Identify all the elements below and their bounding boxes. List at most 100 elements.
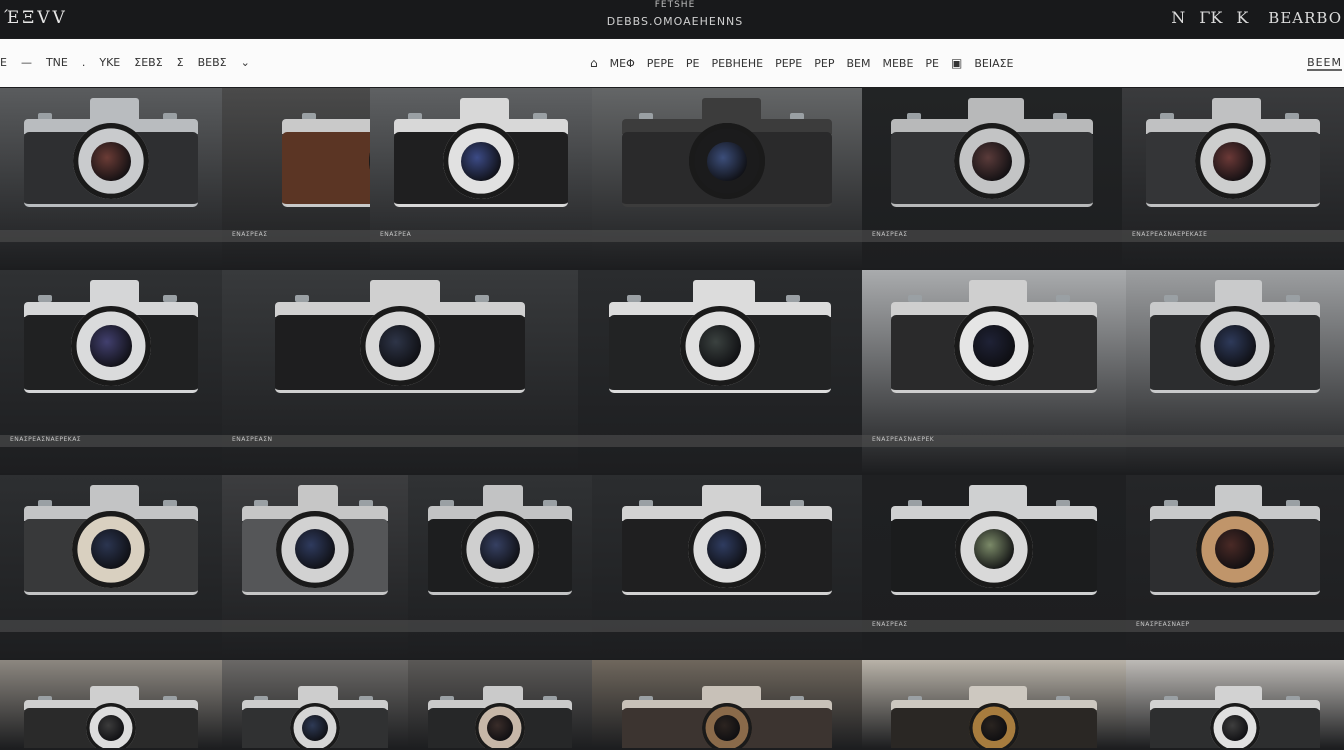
camera-card[interactable] [222,660,408,748]
camera-card[interactable] [1126,660,1344,748]
brand-logo[interactable]: ΈΞVV [4,8,68,28]
camera-image [891,485,1097,596]
lens-glass [486,714,514,742]
camera-card[interactable]: ΕΝΑΣΡΕΑΣΝΑΕΡ [1126,475,1344,658]
lens-glass [1214,325,1256,367]
camera-image [24,98,198,207]
account-button[interactable]: BEARBO [1262,9,1344,27]
category-item-4[interactable]: ΡΕΡΕ [775,57,802,70]
category-item-3[interactable]: ΡΕΒΗΕΗΕ [712,57,764,70]
display-shelf [0,620,222,632]
tag-filter-label[interactable]: ΒΕΙΑΣΕ [974,57,1013,70]
lens-glass [707,141,747,182]
category-item-5[interactable]: ΡΕΡ [814,57,834,70]
display-shelf [408,620,592,632]
category-item-2[interactable]: ΡΕ [686,57,700,70]
camera-viewfinder [1214,686,1263,700]
camera-image [621,686,833,748]
category-item-8[interactable]: ΡΕ [925,57,939,70]
camera-image [24,686,198,748]
camera-image [891,686,1097,748]
camera-card[interactable]: ΕΝΑΣΡΕΑΣ [862,88,1122,268]
camera-image [621,98,833,207]
display-shelf [592,230,862,242]
grid-row [0,660,1344,750]
camera-caption: ΕΝΑΣΡΕΑΣΝ [232,436,273,443]
camera-caption: ΕΝΑΣΡΕΑΣΝΑΕΡΕΚΑΣΕ [1132,231,1208,238]
camera-card[interactable] [0,475,222,658]
camera-caption: ΕΝΑΣΡΕΑΣ [872,621,908,628]
camera-card[interactable] [0,660,222,748]
camera-image [1146,98,1320,207]
grid-row: ΕΝΑΣΡΕΑΣΝΑΕΡΕΚΑΣ ΕΝΑΣΡΕΑΣΝ ΕΝΑΣΡΕΑΣΝΑΕΡΕΚ [0,270,1344,475]
camera-grid: ΕΝΑΣΡΕΑΣ ΕΝΑΣΡΕΑ ΕΝΑΣΡΕΑΣ ΕΝΑΣΡΕΑΣΝΑΕΡΕΚΑΣΕ… [0,88,1344,750]
camera-card[interactable] [408,660,592,748]
lens-glass [90,325,132,367]
camera-card[interactable]: ΕΝΑΣΡΕΑΣ [862,475,1126,658]
filter-toolbar: Ε — ΤΝΕ. ΥΚΕ ΣΕΒΣ Σ ΒΕΒΣ ⌄ ⌂ ΜΕΦ ΡΕΡΕ ΡΕ ΡΕΒΗΕΗΕ ΡΕΡ… [0,39,1344,87]
camera-card[interactable]: ΕΝΑΣΡΕΑΣΝΑΕΡΕΚ [862,270,1126,473]
nav-item-6[interactable]: Σ [177,56,184,69]
camera-viewfinder [969,485,1027,507]
gift-icon[interactable]: ⌂ [590,56,598,70]
sort-button[interactable]: ΒΕΕΜ [1307,56,1342,71]
camera-card[interactable] [0,88,222,268]
camera-viewfinder [969,686,1027,700]
camera-viewfinder [482,485,523,507]
camera-card[interactable] [222,475,408,658]
camera-image [1149,280,1320,393]
grid-row: ΕΝΑΣΡΕΑΣ ΕΝΑΣΡΕΑΣΝΑΕΡ [0,475,1344,660]
camera-image [1149,686,1320,748]
camera-viewfinder [482,686,523,700]
camera-card[interactable] [1126,270,1344,473]
camera-image [1149,485,1320,596]
camera-image [242,485,388,596]
display-shelf [1126,435,1344,447]
menu-glyph-3[interactable]: Κ [1236,8,1248,27]
camera-viewfinder [693,280,756,302]
display-shelf [222,620,408,632]
nav-item-5[interactable]: ΣΕΒΣ [134,56,162,69]
camera-image [428,686,572,748]
title-block: FETSHE DEBBS.OMOAEHENNS [520,0,830,28]
camera-card[interactable]: ΕΝΑΣΡΕΑΣΝ [222,270,578,473]
category-item-6[interactable]: ΒΕΜ [846,57,870,70]
category-item-0[interactable]: ΜΕΦ [610,57,635,70]
camera-card[interactable]: ΕΝΑΣΡΕΑΣΝΑΕΡΕΚΑΣ [0,270,222,473]
nav-item-7[interactable]: ΒΕΒΣ [198,56,227,69]
camera-viewfinder [297,485,339,507]
camera-image [428,485,572,596]
camera-card[interactable] [408,475,592,658]
menu-glyph-2[interactable]: ΓΚ [1199,8,1222,27]
camera-card[interactable]: ΕΝΑΣΡΕΑ [370,88,592,268]
camera-caption: ΕΝΑΣΡΕΑ [380,231,412,238]
camera-card[interactable] [862,660,1126,748]
nav-item-1[interactable]: — [21,56,32,69]
nav-item-4[interactable]: ΥΚΕ [99,56,120,69]
lens-glass [461,141,501,182]
camera-image [242,686,388,748]
camera-image [24,485,198,596]
filter-nav: Ε — ΤΝΕ. ΥΚΕ ΣΕΒΣ Σ ΒΕΒΣ ⌄ [0,56,250,69]
nav-item-8[interactable]: ⌄ [241,56,250,69]
camera-viewfinder [701,485,761,507]
camera-viewfinder [967,98,1025,120]
nav-item-3[interactable]: . [82,56,86,69]
camera-viewfinder [701,98,761,120]
menu-glyph-1[interactable]: Ν [1171,8,1185,27]
tag-icon[interactable]: ▣ [951,56,962,70]
camera-card[interactable] [592,660,862,748]
camera-image [621,485,833,596]
camera-card[interactable] [578,270,862,473]
camera-card[interactable] [592,88,862,268]
camera-card[interactable] [592,475,862,658]
header-actions: Ν ΓΚ Κ BEARBO [1171,8,1344,27]
nav-item-0[interactable]: Ε [0,56,7,69]
nav-item-2[interactable]: ΤΝΕ [46,56,68,69]
camera-caption: ΕΝΑΣΡΕΑΣ [872,231,908,238]
category-item-1[interactable]: ΡΕΡΕ [647,57,674,70]
lens-glass [1221,714,1249,742]
lens-glass [1213,141,1253,182]
category-item-7[interactable]: ΜΕΒΕ [882,57,913,70]
camera-card[interactable]: ΕΝΑΣΡΕΑΣΝΑΕΡΕΚΑΣΕ [1122,88,1344,268]
